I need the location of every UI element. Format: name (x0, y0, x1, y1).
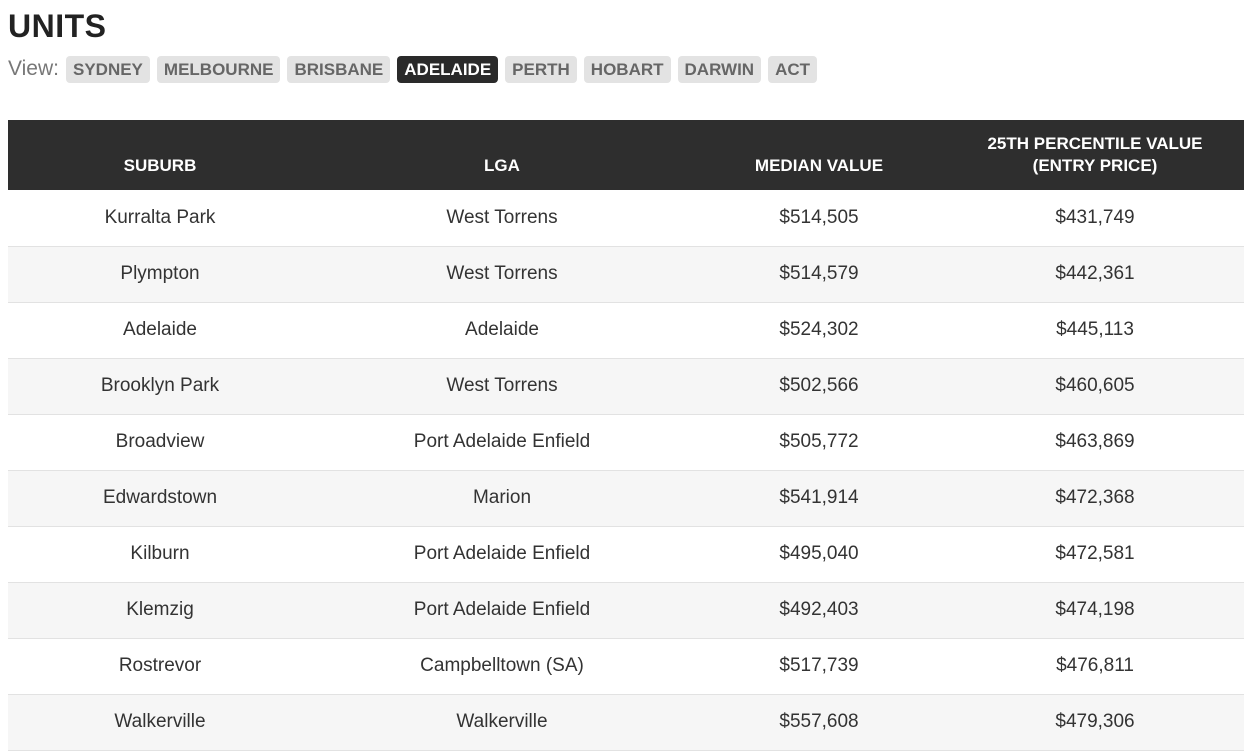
tab-perth[interactable]: PERTH (505, 55, 577, 83)
cell-lga: Port Adelaide Enfield (413, 431, 591, 452)
tab-sydney[interactable]: SYDNEY (65, 55, 150, 83)
column-header-median-value: MEDIAN VALUE (754, 156, 884, 175)
cell-entry-price: $442,361 (1055, 263, 1135, 284)
cell-entry-price: $474,198 (1055, 599, 1135, 620)
cell-median-value: $557,608 (779, 711, 859, 732)
cell-entry-price: $463,869 (1055, 431, 1135, 452)
view-label: View: (8, 57, 59, 80)
column-header-entry-line1: 25TH PERCENTILE VALUE (987, 134, 1203, 153)
cell-suburb: Kurralta Park (104, 206, 216, 228)
cell-suburb: Kilburn (130, 543, 190, 564)
cell-suburb: Broadview (115, 431, 205, 452)
suburb-units-table: SUBURB LGA MEDIAN VALUE 25TH PERCENTILE … (8, 120, 1244, 751)
tab-darwin[interactable]: DARWIN (677, 55, 762, 83)
cell-median-value: $524,302 (779, 319, 859, 340)
cell-median-value: $514,579 (779, 263, 859, 284)
column-header-suburb: SUBURB (123, 156, 197, 175)
column-header-entry-price: 25TH PERCENTILE VALUE (ENTRY PRICE) (946, 120, 1244, 190)
tab-melbourne[interactable]: MELBOURNE (156, 55, 281, 83)
cell-entry-price: $445,113 (1056, 319, 1134, 340)
column-header-entry-line2: (ENTRY PRICE) (1032, 156, 1158, 175)
table-header-row: SUBURB LGA MEDIAN VALUE 25TH PERCENTILE … (8, 120, 1244, 190)
cell-suburb: Edwardstown (102, 487, 218, 508)
cell-median-value: $492,403 (779, 599, 859, 620)
cell-entry-price: $479,306 (1055, 711, 1135, 732)
table-row: Walkerville Walkerville $557,608 $479,306 (8, 694, 1244, 750)
tab-brisbane[interactable]: BRISBANE (287, 55, 391, 83)
cell-lga: Marion (472, 487, 532, 508)
table-row: Broadview Port Adelaide Enfield $505,772 $4… (8, 414, 1244, 470)
cell-entry-price: $472,368 (1055, 487, 1135, 508)
cell-median-value: $505,772 (779, 431, 859, 452)
table-row: Plympton West Torrens $514,579 $442,361 (8, 246, 1244, 302)
cell-lga: Campbelltown (SA) (420, 655, 584, 676)
cell-lga: Port Adelaide Enfield (413, 599, 591, 620)
cell-lga: West Torrens (446, 206, 558, 228)
cell-suburb: Walkerville (114, 711, 206, 732)
table-row: Kurralta Park West Torrens $514,505 $431,74… (8, 190, 1244, 246)
cell-entry-price: $460,605 (1055, 375, 1135, 396)
cell-lga: West Torrens (446, 375, 558, 396)
column-header-lga: LGA (484, 156, 520, 175)
table-row: Kilburn Port Adelaide Enfield $495,040 $472… (8, 526, 1244, 582)
cell-suburb: Rostrevor (118, 655, 202, 676)
table-row: Klemzig Port Adelaide Enfield $492,403 $474… (8, 582, 1244, 638)
table-row: Rostrevor Campbelltown (SA) $517,739 $476,8… (8, 638, 1244, 694)
cell-entry-price: $472,581 (1055, 543, 1135, 564)
cell-lga: West Torrens (446, 263, 558, 284)
cell-median-value: $502,566 (779, 375, 859, 396)
cell-median-value: $495,040 (779, 543, 859, 564)
cell-suburb: Brooklyn Park (100, 375, 220, 396)
city-view-selector: View: SYDNEY MELBOURNE BRISBANE ADELAIDE… (8, 55, 824, 83)
cell-suburb: Adelaide (123, 319, 197, 340)
table-row: Edwardstown Marion $541,914 $472,368 (8, 470, 1244, 526)
cell-lga: Walkerville (456, 711, 548, 732)
tab-adelaide[interactable]: ADELAIDE (397, 55, 499, 83)
page-title: UNITS (8, 8, 107, 44)
cell-suburb: Plympton (120, 263, 200, 284)
cell-suburb: Klemzig (126, 599, 194, 620)
cell-median-value: $541,914 (779, 487, 859, 508)
cell-median-value: $514,505 (779, 206, 859, 228)
cell-lga: Port Adelaide Enfield (413, 543, 591, 564)
table-row: Adelaide Adelaide $524,302 $445,113 (8, 302, 1244, 358)
tab-hobart[interactable]: HOBART (583, 55, 671, 83)
cell-lga: Adelaide (465, 319, 539, 340)
cell-median-value: $517,739 (779, 655, 859, 676)
table-row: Brooklyn Park West Torrens $502,566 $460,60… (8, 358, 1244, 414)
tab-act[interactable]: ACT (768, 55, 818, 83)
cell-entry-price: $476,811 (1056, 655, 1134, 676)
cell-entry-price: $431,749 (1055, 206, 1135, 228)
